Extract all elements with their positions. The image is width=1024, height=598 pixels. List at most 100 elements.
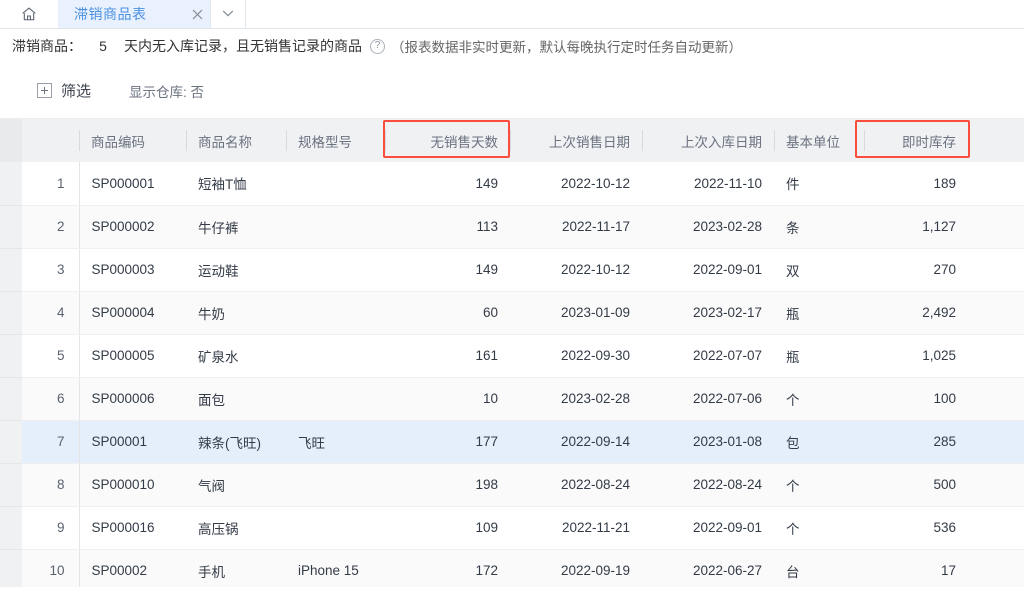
column-header-rownum [22, 119, 79, 162]
cell-unit: 台 [774, 549, 864, 587]
cell-code: SP000005 [79, 334, 186, 378]
cell-days: 177 [385, 420, 510, 464]
cell-tail [968, 549, 1024, 587]
table-row[interactable]: 10 SP00002 手机 iPhone 15 172 2022-09-19 2022-06… [0, 549, 1024, 587]
row-gutter [0, 463, 22, 507]
cell-spec [286, 463, 385, 507]
table-row[interactable]: 1 SP000001 短袖T恤 149 2022-10-12 2022-11-10 件 189 [0, 162, 1024, 206]
cell-rownum: 5 [22, 334, 80, 378]
header-gutter [0, 119, 22, 162]
cell-days: 149 [385, 248, 510, 292]
column-header-stock[interactable]: 即时库存 [864, 119, 968, 162]
cell-tail [968, 248, 1024, 292]
table-row[interactable]: 9 SP000016 高压锅 109 2022-11-21 2022-09-01 个 536 [0, 506, 1024, 550]
tab-dropdown-button[interactable] [210, 0, 246, 28]
cell-name: 短袖T恤 [186, 162, 286, 206]
cell-days: 109 [385, 506, 510, 550]
cell-spec [286, 334, 385, 378]
cell-unit: 个 [774, 506, 864, 550]
column-header-code[interactable]: 商品编码 [79, 119, 186, 162]
cell-name: 面包 [186, 377, 286, 421]
tab-active[interactable]: 滞销商品表 [58, 0, 210, 28]
cell-stock: 2,492 [864, 291, 968, 335]
cell-tail [968, 291, 1024, 335]
cell-lastsale: 2022-10-12 [510, 248, 642, 292]
cell-lastsale: 2022-09-30 [510, 334, 642, 378]
row-gutter [0, 334, 22, 378]
cell-lastsale: 2022-11-21 [510, 506, 642, 550]
cell-spec: iPhone 15 [286, 549, 385, 587]
cell-unit: 件 [774, 162, 864, 206]
cell-lastsale: 2022-10-12 [510, 162, 642, 206]
cell-rownum: 1 [22, 162, 80, 206]
cell-unit: 条 [774, 205, 864, 249]
cell-spec [286, 377, 385, 421]
cell-rownum: 7 [22, 420, 80, 464]
cell-lastin: 2023-01-08 [642, 420, 774, 464]
column-header-days[interactable]: 无销售天数 [385, 119, 510, 162]
cell-unit: 瓶 [774, 291, 864, 335]
cell-lastin: 2022-07-06 [642, 377, 774, 421]
column-header-lastin[interactable]: 上次入库日期 [642, 119, 774, 162]
row-gutter [0, 248, 22, 292]
table-row[interactable]: 5 SP000005 矿泉水 161 2022-09-30 2022-07-07 瓶 1,02… [0, 334, 1024, 378]
chevron-down-icon [221, 5, 235, 23]
cell-tail [968, 205, 1024, 249]
row-gutter [0, 291, 22, 335]
cell-name: 气阀 [186, 463, 286, 507]
cell-unit: 个 [774, 377, 864, 421]
column-header-spec[interactable]: 规格型号 [286, 119, 385, 162]
show-warehouse-toggle[interactable]: 显示仓库: 否 [129, 81, 204, 101]
cell-lastin: 2022-11-10 [642, 162, 774, 206]
cell-days: 172 [385, 549, 510, 587]
cell-rownum: 3 [22, 248, 80, 292]
cell-lastsale: 2023-02-28 [510, 377, 642, 421]
cell-stock: 270 [864, 248, 968, 292]
home-button[interactable] [0, 0, 58, 28]
days-threshold-input[interactable]: 5 [86, 38, 120, 54]
table-row[interactable]: 2 SP000002 牛仔裤 113 2022-11-17 2023-02-28 条 1,12… [0, 205, 1024, 249]
column-header-lastsale[interactable]: 上次销售日期 [510, 119, 642, 162]
cell-lastsale: 2022-09-19 [510, 549, 642, 587]
cell-stock: 500 [864, 463, 968, 507]
cell-code: SP000006 [79, 377, 186, 421]
cell-days: 10 [385, 377, 510, 421]
cell-stock: 1,025 [864, 334, 968, 378]
table-row[interactable]: 7 SP00001 辣条(飞旺) 飞旺 177 2022-09-14 2023-01-08 包… [0, 420, 1024, 464]
cell-rownum: 6 [22, 377, 80, 421]
toolbar: 筛选 显示仓库: 否 [0, 63, 1024, 119]
cell-code: SP000002 [79, 205, 186, 249]
cell-lastin: 2022-06-27 [642, 549, 774, 587]
cell-stock: 100 [864, 377, 968, 421]
cell-stock: 536 [864, 506, 968, 550]
row-gutter [0, 420, 22, 464]
cell-unit: 瓶 [774, 334, 864, 378]
data-table-container: 商品编码 商品名称 规格型号 无销售天数 上次销售日期 上次入库日期 基本单位 … [0, 119, 1024, 587]
cell-rownum: 2 [22, 205, 80, 249]
cell-days: 149 [385, 162, 510, 206]
cell-tail [968, 463, 1024, 507]
column-header-name[interactable]: 商品名称 [186, 119, 286, 162]
table-row[interactable]: 8 SP000010 气阀 198 2022-08-24 2022-08-24 个 500 [0, 463, 1024, 507]
table-header: 商品编码 商品名称 规格型号 无销售天数 上次销售日期 上次入库日期 基本单位 … [0, 119, 1024, 162]
column-header-unit[interactable]: 基本单位 [774, 119, 864, 162]
description-label: 滞销商品： [12, 38, 82, 54]
table-row[interactable]: 4 SP000004 牛奶 60 2023-01-09 2023-02-17 瓶 2,492 [0, 291, 1024, 335]
plus-square-icon [37, 83, 52, 98]
cell-spec: 飞旺 [286, 420, 385, 464]
cell-tail [968, 334, 1024, 378]
table-row[interactable]: 3 SP000003 运动鞋 149 2022-10-12 2022-09-01 双 270 [0, 248, 1024, 292]
cell-lastin: 2022-09-01 [642, 506, 774, 550]
table-row[interactable]: 6 SP000006 面包 10 2023-02-28 2022-07-06 个 100 [0, 377, 1024, 421]
filter-button[interactable]: 筛选 [37, 80, 91, 101]
cell-tail [968, 162, 1024, 206]
help-circle-icon[interactable]: ? [370, 38, 385, 54]
row-gutter [0, 506, 22, 550]
cell-code: SP00002 [79, 549, 186, 587]
row-gutter [0, 377, 22, 421]
cell-days: 113 [385, 205, 510, 249]
cell-spec [286, 506, 385, 550]
close-icon[interactable] [184, 0, 210, 28]
cell-code: SP000010 [79, 463, 186, 507]
cell-spec [286, 162, 385, 206]
